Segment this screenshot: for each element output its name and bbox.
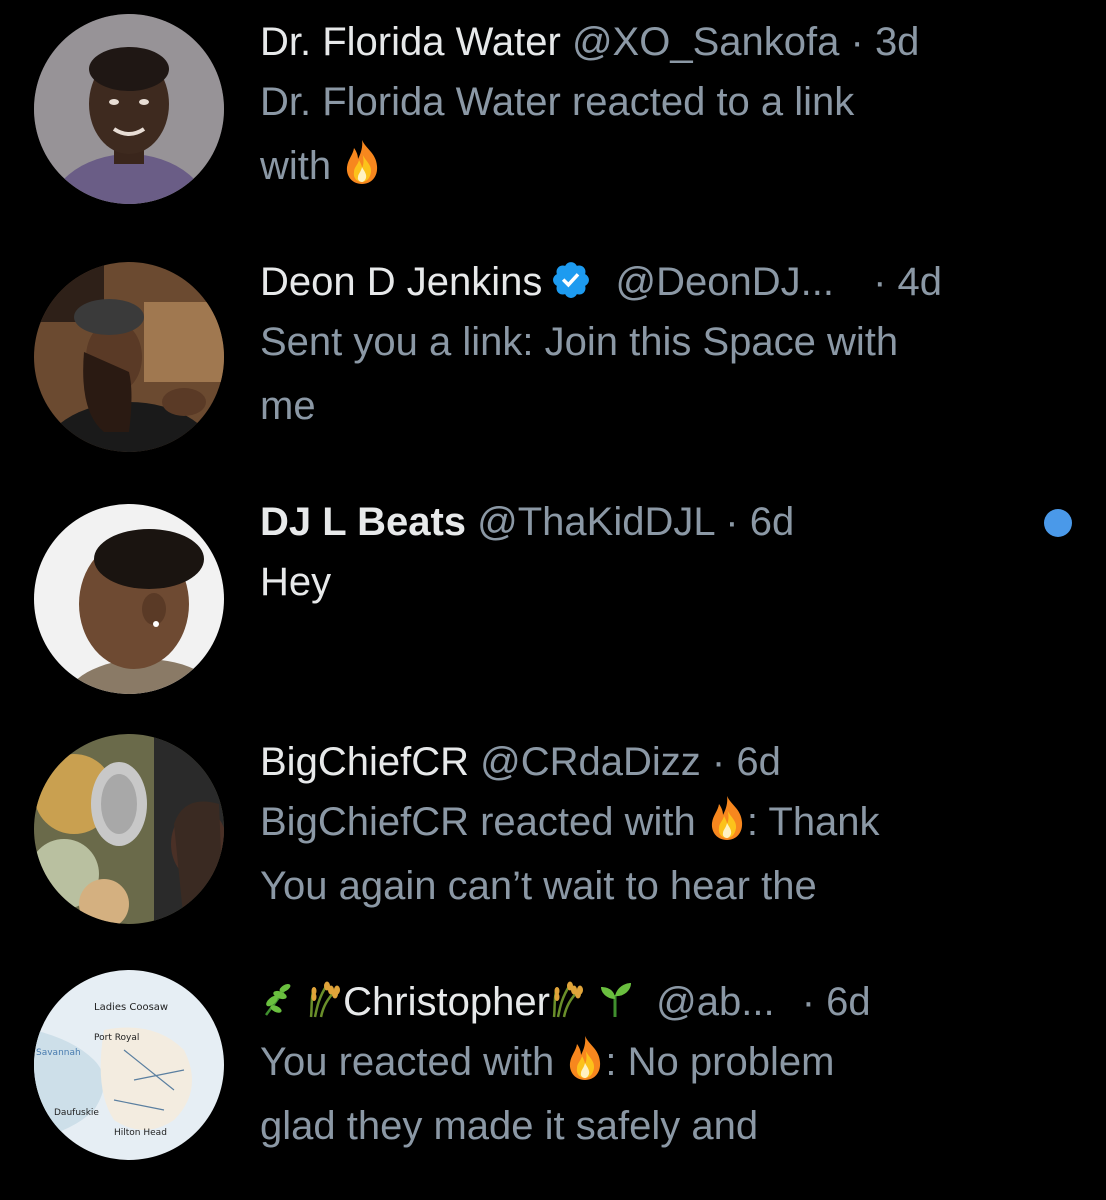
conversation-content: DJ L Beats @ThaKidDJL · 6d Hey bbox=[260, 494, 1070, 614]
sender-name: Dr. Florida Water bbox=[260, 20, 561, 64]
svg-text:Daufuskie: Daufuskie bbox=[54, 1108, 99, 1118]
timestamp: 6d bbox=[749, 500, 795, 544]
avatar[interactable] bbox=[34, 262, 224, 452]
separator-dot: · bbox=[850, 20, 864, 64]
svg-text:Ladies Coosaw: Ladies Coosaw bbox=[94, 1002, 168, 1013]
timestamp: 6d bbox=[736, 740, 781, 784]
conversation-header: BigChiefCR @CRdaDizz · 6d bbox=[260, 734, 1070, 790]
conversation-row-dj-l-beats[interactable]: DJ L Beats @ThaKidDJL · 6d Hey bbox=[0, 480, 1106, 720]
conversation-row-dr-florida-water[interactable]: Dr. Florida Water @XO_Sankofa · 3d Dr. F… bbox=[0, 0, 1106, 240]
conversation-row-christopher[interactable]: Ladies Coosaw Port Royal Savannah Daufus… bbox=[0, 960, 1106, 1200]
avatar[interactable] bbox=[34, 734, 224, 924]
message-preview-line-1: You reacted with : No problem bbox=[260, 1030, 1070, 1094]
avatar[interactable]: Ladies Coosaw Port Royal Savannah Daufus… bbox=[34, 970, 224, 1160]
conversation-content: BigChiefCR @CRdaDizz · 6d BigChiefCR rea… bbox=[260, 734, 1070, 918]
timestamp: 4d bbox=[897, 260, 943, 304]
message-preview-line-2: me bbox=[260, 384, 316, 428]
message-preview-text: : No problem bbox=[605, 1040, 835, 1084]
sheaf-of-rice-emoji-icon bbox=[550, 979, 586, 1019]
separator-dot: · bbox=[725, 500, 739, 544]
message-preview-text: You reacted with bbox=[260, 1040, 555, 1084]
separator-dot: · bbox=[711, 740, 726, 784]
conversation-header: Dr. Florida Water @XO_Sankofa · 3d bbox=[260, 14, 1070, 70]
sender-name: DJ L Beats bbox=[260, 500, 467, 544]
conversation-header: Deon D Jenkins @DeonDJ... · 4d bbox=[260, 254, 1070, 310]
message-preview-text: BigChiefCR reacted with bbox=[260, 800, 696, 844]
sender-name: Deon D Jenkins bbox=[260, 260, 543, 304]
sender-handle: @XO_Sankofa bbox=[571, 20, 840, 64]
conversation-content: Dr. Florida Water @XO_Sankofa · 3d Dr. F… bbox=[260, 14, 1070, 198]
svg-text:Savannah: Savannah bbox=[36, 1048, 81, 1058]
sender-handle: @ThaKidDJL bbox=[477, 500, 715, 544]
conversation-header: DJ L Beats @ThaKidDJL · 6d bbox=[260, 494, 1070, 550]
message-preview-line-1: Sent you a link: Join this Space with bbox=[260, 320, 899, 364]
conversation-row-deon-d-jenkins[interactable]: Deon D Jenkins @DeonDJ... · 4d Sent you … bbox=[0, 240, 1106, 480]
sheaf-of-rice-emoji-icon bbox=[307, 979, 343, 1019]
message-preview-line-1: Dr. Florida Water reacted to a link bbox=[260, 80, 855, 124]
avatar[interactable] bbox=[34, 14, 224, 204]
sender-handle: @CRdaDizz bbox=[480, 740, 701, 784]
message-preview-line-1: Hey bbox=[260, 560, 332, 604]
dm-conversation-list: Dr. Florida Water @XO_Sankofa · 3d Dr. F… bbox=[0, 0, 1106, 1200]
message-preview-line-2: glad they made it safely and bbox=[260, 1104, 759, 1148]
sender-name: BigChiefCR bbox=[260, 740, 469, 784]
conversation-content: Christopher @ab... · 6d You reacted with… bbox=[260, 974, 1070, 1158]
conversation-content: Deon D Jenkins @DeonDJ... · 4d Sent you … bbox=[260, 254, 1070, 438]
unread-indicator bbox=[1044, 509, 1072, 537]
fire-emoji-icon bbox=[707, 795, 747, 841]
sender-handle: @ab... bbox=[656, 980, 775, 1024]
svg-text:Hilton Head: Hilton Head bbox=[114, 1128, 167, 1138]
separator-dot: · bbox=[873, 260, 887, 304]
conversation-header: Christopher @ab... · 6d bbox=[260, 974, 1070, 1030]
herb-emoji-icon bbox=[260, 979, 296, 1019]
fire-emoji-icon bbox=[342, 139, 382, 185]
message-preview-line-2: with bbox=[260, 134, 1070, 198]
message-preview-text: : Thank bbox=[746, 800, 880, 844]
conversation-row-bigchiefcr[interactable]: BigChiefCR @CRdaDizz · 6d BigChiefCR rea… bbox=[0, 720, 1106, 960]
timestamp: 6d bbox=[826, 980, 871, 1024]
message-preview-line-1: BigChiefCR reacted with : Thank bbox=[260, 790, 1070, 854]
message-preview-text: with bbox=[260, 144, 332, 188]
seedling-emoji-icon bbox=[597, 979, 633, 1019]
svg-text:Port Royal: Port Royal bbox=[94, 1033, 139, 1043]
sender-handle: @DeonDJ... bbox=[615, 260, 834, 304]
fire-emoji-icon bbox=[565, 1035, 605, 1081]
avatar[interactable] bbox=[34, 504, 224, 694]
separator-dot: · bbox=[801, 980, 816, 1024]
message-preview-line-2: You again can’t wait to hear the bbox=[260, 864, 817, 908]
timestamp: 3d bbox=[874, 20, 920, 64]
verified-badge-icon bbox=[550, 259, 592, 301]
sender-name: Christopher bbox=[343, 980, 550, 1024]
